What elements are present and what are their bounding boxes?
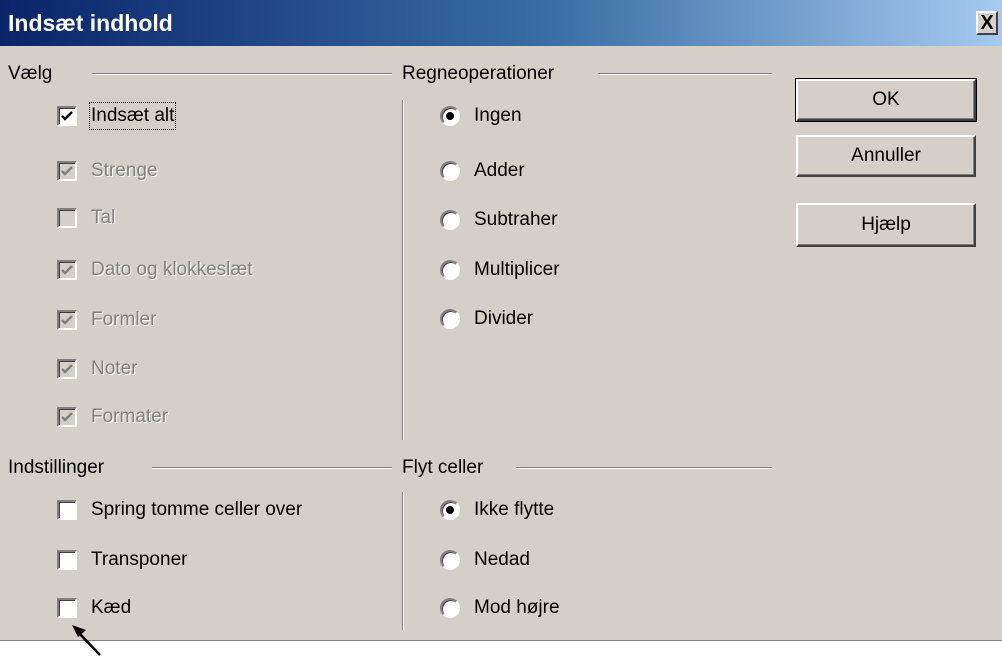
close-icon: X	[980, 12, 994, 34]
checkmark-icon	[61, 412, 73, 422]
close-button[interactable]: X	[976, 11, 998, 35]
radio-subtract[interactable]: Subtraher	[440, 205, 557, 235]
radio-add[interactable]: Adder	[440, 156, 525, 186]
radio-label: Multiplicer	[474, 259, 560, 280]
radio-label: Divider	[474, 308, 534, 329]
help-button-label: Hjælp	[861, 214, 911, 235]
checkbox-label: Noter	[91, 358, 138, 379]
radio-icon[interactable]	[440, 260, 460, 280]
radio-label: Ingen	[474, 105, 522, 126]
checkbox-icon[interactable]	[57, 106, 77, 126]
checkbox-icon[interactable]	[57, 598, 77, 618]
radio-icon[interactable]	[440, 161, 460, 181]
ok-button[interactable]: OK	[795, 78, 977, 122]
checkbox-skip-empty[interactable]: Spring tomme celler over	[57, 495, 302, 525]
radio-icon[interactable]	[440, 309, 460, 329]
radio-label: Adder	[474, 160, 525, 181]
ok-button-label: OK	[872, 89, 900, 110]
radio-label: Mod højre	[474, 597, 560, 618]
group-separator-move-cells	[516, 467, 772, 469]
radio-icon[interactable]	[440, 598, 460, 618]
radio-label: Nedad	[474, 549, 530, 570]
checkmark-icon	[61, 364, 73, 374]
group-title-move-cells: Flyt celler	[402, 457, 484, 478]
checkbox-label: Spring tomme celler over	[91, 499, 303, 520]
checkbox-icon[interactable]	[57, 359, 77, 379]
radio-divide[interactable]: Divider	[440, 304, 533, 334]
radio-icon[interactable]	[440, 210, 460, 230]
checkbox-label: Kæd	[91, 597, 132, 618]
checkbox-numbers[interactable]: Tal	[57, 203, 115, 233]
checkbox-notes[interactable]: Noter	[57, 354, 137, 384]
checkbox-icon[interactable]	[57, 550, 77, 570]
checkbox-icon[interactable]	[57, 310, 77, 330]
vertical-separator-bottom	[402, 492, 404, 630]
radio-dot-icon	[446, 506, 454, 514]
checkbox-icon[interactable]	[57, 208, 77, 228]
checkbox-transpose[interactable]: Transponer	[57, 545, 187, 575]
radio-dot-icon	[446, 112, 454, 120]
checkbox-icon[interactable]	[57, 161, 77, 181]
radio-icon[interactable]	[440, 106, 460, 126]
radio-label: Ikke flytte	[474, 499, 555, 520]
checkbox-strings[interactable]: Strenge	[57, 156, 158, 186]
radio-none[interactable]: Ingen	[440, 101, 522, 131]
checkmark-icon	[61, 265, 73, 275]
checkbox-label: Dato og klokkeslæt	[91, 259, 253, 280]
cancel-button[interactable]: Annuller	[796, 135, 976, 177]
cancel-button-label: Annuller	[851, 145, 921, 166]
checkbox-icon[interactable]	[57, 500, 77, 520]
checkbox-label: Strenge	[91, 160, 158, 181]
arrow-pointer-icon	[72, 625, 101, 656]
radio-down[interactable]: Nedad	[440, 545, 530, 575]
checkbox-formats[interactable]: Formater	[57, 402, 168, 432]
vertical-separator	[402, 100, 404, 440]
checkbox-paste-all[interactable]: Indsæt alt	[57, 101, 177, 131]
title-bar[interactable]: Indsæt indhold X	[0, 0, 1002, 46]
group-separator-operations	[598, 73, 772, 75]
checkbox-link[interactable]: Kæd	[57, 593, 131, 623]
checkbox-label: Formler	[91, 309, 157, 330]
help-button[interactable]: Hjælp	[796, 203, 976, 247]
radio-multiply[interactable]: Multiplicer	[440, 255, 560, 285]
checkbox-icon[interactable]	[57, 260, 77, 280]
group-title-select: Vælg	[8, 63, 53, 84]
group-separator-select	[92, 73, 392, 75]
checkmark-icon	[61, 315, 73, 325]
radio-label: Subtraher	[474, 209, 558, 230]
paste-special-dialog: Indsæt indhold X Vælg Indsæt alt Strenge…	[0, 0, 1002, 641]
checkbox-icon[interactable]	[57, 407, 77, 427]
checkbox-label: Tal	[91, 207, 116, 228]
checkbox-label: Indsæt alt	[88, 102, 177, 130]
checkbox-formulas[interactable]: Formler	[57, 305, 156, 335]
checkbox-label: Formater	[91, 406, 169, 427]
radio-icon[interactable]	[440, 500, 460, 520]
radio-dont-move[interactable]: Ikke flytte	[440, 495, 554, 525]
group-title-options: Indstillinger	[8, 457, 105, 478]
radio-icon[interactable]	[440, 550, 460, 570]
window-title: Indsæt indhold	[8, 10, 173, 36]
checkbox-date-time[interactable]: Dato og klokkeslæt	[57, 255, 253, 285]
group-title-operations: Regneoperationer	[402, 63, 555, 84]
checkbox-label: Transponer	[91, 549, 188, 570]
radio-right[interactable]: Mod højre	[440, 593, 560, 623]
group-separator-options	[152, 467, 392, 469]
checkmark-icon	[61, 111, 73, 121]
checkmark-icon	[61, 166, 73, 176]
